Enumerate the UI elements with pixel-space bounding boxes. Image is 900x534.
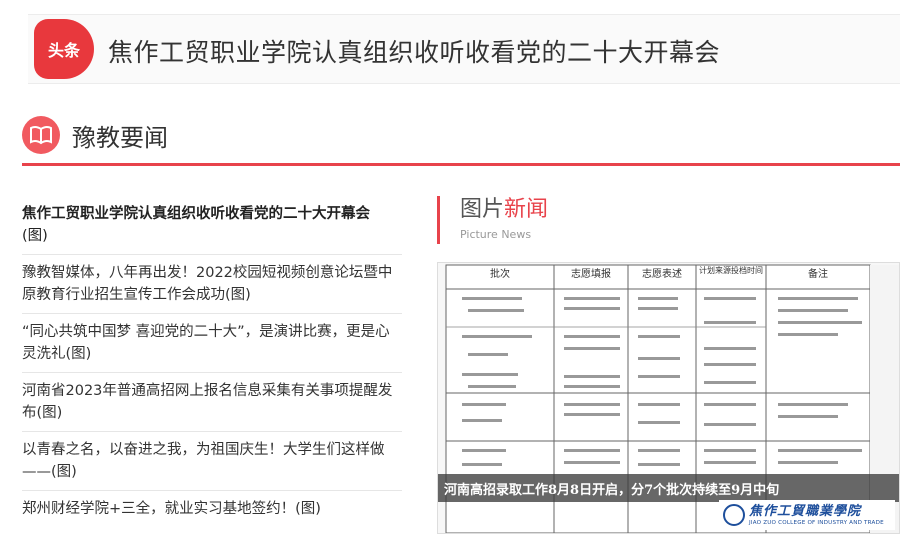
news-item[interactable]: “同心共筑中国梦 喜迎党的二十大”，是演讲比赛，更是心灵洗礼(图)	[22, 314, 402, 373]
news-item[interactable]: 河南省2023年普通高招网上报名信息采集有关事项提醒发布(图)	[22, 373, 402, 432]
table-header-1: 志愿填报	[571, 267, 611, 280]
table-header-0: 批次	[490, 267, 510, 280]
college-logo-en: JIAO ZUO COLLEGE OF INDUSTRY AND TRADE	[749, 519, 884, 526]
book-icon	[22, 116, 60, 154]
news-item[interactable]: 郑州财经学院+三全，就业实习基地签约！(图)	[22, 491, 402, 527]
picture-caption[interactable]: 河南高招录取工作8月8日开启，分7个批次持续至9月中旬	[444, 479, 779, 498]
news-item[interactable]: 豫教智媒体，八年再出发！2022校园短视频创意论坛暨中原教育行业招生宣传工作会成…	[22, 255, 402, 314]
picture-news-title-a: 图片	[460, 197, 505, 222]
headline-badge: 头条	[34, 19, 94, 79]
news-item[interactable]: 以青春之名，以奋进之我，为祖国庆生！大学生们这样做——(图)	[22, 432, 402, 491]
college-seal-icon	[723, 504, 745, 526]
news-item-title[interactable]: 以青春之名，以奋进之我，为祖国庆生！大学生们这样做——(图)	[22, 442, 385, 480]
college-logo: 焦作工貿職業學院 JIAO ZUO COLLEGE OF INDUSTRY AN…	[719, 500, 895, 530]
picture-news-title: 图片新闻	[460, 196, 548, 224]
caption-bar: 河南高招录取工作8月8日开启，分7个批次持续至9月中旬	[438, 474, 899, 502]
news-item[interactable]: 焦作工贸职业学院认真组织收听收看党的二十大开幕会 (图)	[22, 196, 402, 255]
section-header: 豫教要闻	[22, 112, 900, 166]
news-item-title[interactable]: 河南省2023年普通高招网上报名信息采集有关事项提醒发布(图)	[22, 383, 392, 421]
table-header-4: 备注	[808, 267, 828, 280]
news-item-title[interactable]: 焦作工贸职业学院认真组织收听收看党的二十大开幕会	[22, 206, 370, 222]
picture-news-image[interactable]: 批次 志愿填报 志愿表述 计划来源投档时间 备注 河南高招录取工作8月8日开启，…	[437, 262, 900, 534]
college-logo-cn: 焦作工貿職業學院	[749, 503, 862, 519]
picture-news-title-b: 新闻	[504, 197, 549, 222]
news-item-title[interactable]: “同心共筑中国梦 喜迎党的二十大”，是演讲比赛，更是心灵洗礼(图)	[22, 324, 390, 362]
table-header-3: 计划来源投档时间	[699, 265, 763, 275]
picture-news-subtitle: Picture News	[460, 228, 532, 241]
news-list: 焦作工贸职业学院认真组织收听收看党的二十大开幕会 (图) 豫教智媒体，八年再出发…	[22, 196, 402, 527]
table-header-2: 志愿表述	[642, 267, 682, 280]
headline-title[interactable]: 焦作工贸职业学院认真组织收听收看党的二十大开幕会	[108, 33, 720, 69]
news-item-title[interactable]: 豫教智媒体，八年再出发！2022校园短视频创意论坛暨中原教育行业招生宣传工作会成…	[22, 265, 392, 303]
section-title: 豫教要闻	[72, 124, 168, 152]
headline-banner[interactable]: 头条 焦作工贸职业学院认真组织收听收看党的二十大开幕会	[28, 14, 900, 84]
picture-news-header: 图片新闻 Picture News	[437, 196, 548, 244]
news-item-tag[interactable]: (图)	[22, 228, 48, 244]
news-item-title[interactable]: 郑州财经学院+三全，就业实习基地签约！(图)	[22, 501, 321, 517]
